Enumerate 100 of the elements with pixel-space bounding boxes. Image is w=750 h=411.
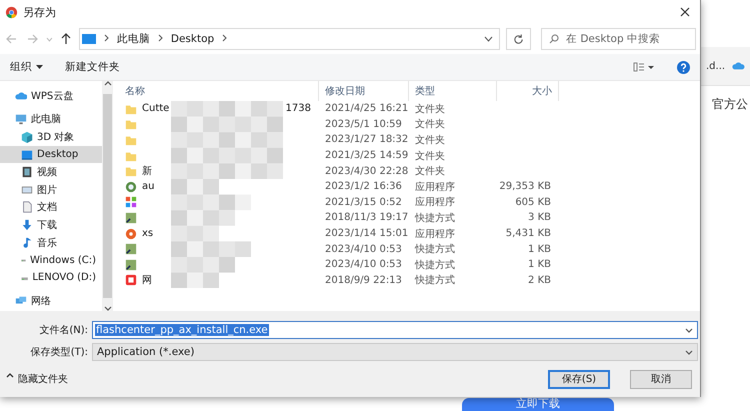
type-cell-text: 应用程序	[414, 228, 456, 241]
date-cell-text: 2021/3/25 14:59	[324, 150, 409, 162]
address-bar[interactable]: 此电脑 Desktop	[78, 28, 500, 50]
scroll-up-icon[interactable]	[104, 81, 112, 86]
shortcut-icon	[125, 258, 137, 271]
sidebar-item[interactable]: 视频	[0, 163, 102, 181]
date-cell-text: 2023/5/1 10:59	[324, 118, 403, 130]
cloud-icon	[15, 90, 27, 102]
computer-icon	[15, 113, 27, 126]
link-text[interactable]: .d...	[706, 60, 726, 72]
download-button[interactable]: 立即下载	[462, 398, 614, 411]
type-cell-text: 应用程序	[414, 180, 456, 194]
folder-icon	[125, 150, 137, 162]
view-options-icon[interactable]	[633, 62, 655, 72]
filename-label: 文件名(N):	[38, 324, 88, 337]
cancel-button[interactable]: 取消	[630, 370, 692, 388]
organize-menu[interactable]: 组织	[10, 60, 43, 74]
size-cell: 5,431 KB	[506, 228, 551, 240]
download-arrow-icon	[21, 218, 33, 231]
search-icon	[549, 34, 559, 44]
size-cell: 29,353 KB	[499, 181, 551, 192]
hide-folders-toggle[interactable]: 隐藏文件夹	[6, 372, 68, 386]
folder-icon	[125, 134, 137, 146]
caret-icon	[6, 372, 14, 378]
type-cell-text: 快捷方式	[414, 258, 456, 272]
window-title: 另存为	[23, 4, 57, 20]
type-cell-text: 文件夹	[414, 150, 446, 163]
date-cell-text: 2021/4/25 16:21	[324, 103, 409, 114]
date-cell-text: 2023/4/30 22:28	[324, 166, 409, 177]
sidebar-item[interactable]: 文档	[0, 198, 102, 216]
type-cell-text: 文件夹	[414, 134, 446, 147]
file-name: 网	[142, 274, 152, 288]
computer-icon	[82, 33, 96, 45]
size-cell: 2 KB	[528, 274, 551, 286]
music-note-icon	[21, 236, 33, 249]
column-header[interactable]: 大小	[497, 81, 559, 101]
sidebar-item[interactable]: 网络	[0, 292, 102, 310]
sidebar-item[interactable]: Windows (C:)	[0, 251, 102, 269]
scrollbar[interactable]	[102, 81, 113, 311]
film-icon	[21, 166, 33, 178]
folder-icon	[125, 118, 137, 130]
help-icon[interactable]	[677, 60, 690, 74]
type-cell-text: 应用程序	[414, 196, 456, 210]
size-cell: 1 KB	[528, 244, 551, 255]
scroll-down-icon[interactable]	[104, 306, 112, 311]
date-cell-text: 2023/1/27 18:32	[324, 134, 409, 146]
sidebar-item[interactable]: WPS云盘	[0, 87, 102, 105]
file-name: xs	[142, 228, 154, 240]
refresh-icon	[513, 34, 524, 44]
refresh-button[interactable]	[506, 28, 531, 50]
type-cell-text: 快捷方式	[414, 274, 456, 288]
cloud-icon	[731, 60, 746, 72]
type-cell-text: 文件夹	[414, 164, 446, 178]
size-cell: 605 KB	[515, 196, 551, 208]
caret-icon[interactable]	[685, 328, 693, 332]
sidebar-item[interactable]: 此电脑	[0, 110, 102, 128]
column-header[interactable]: 修改日期	[319, 81, 409, 101]
sidebar-item[interactable]: 音乐	[0, 234, 102, 252]
folder-icon	[125, 102, 137, 115]
app-icon	[125, 274, 137, 286]
date-cell-text: 2023/4/10 0:53	[324, 259, 403, 270]
size-cell: 1 KB	[528, 259, 551, 270]
caret-icon[interactable]	[685, 350, 693, 354]
date-cell-text: 2023/1/2 16:36	[324, 181, 403, 192]
shortcut-icon	[125, 212, 137, 224]
page-heading: 官方公	[712, 96, 748, 113]
file-type-dropdown[interactable]: Application (*.exe)	[92, 343, 698, 361]
browser-logo-icon	[5, 6, 18, 18]
monitor-icon	[21, 148, 33, 161]
type-cell-text: 快捷方式	[414, 212, 456, 225]
sidebar-item[interactable]: 图片	[0, 180, 102, 199]
tiles-icon	[125, 196, 137, 208]
app-icon	[125, 228, 137, 240]
file-name: 新	[142, 164, 152, 178]
search-field[interactable]: 在 Desktop 中搜索	[541, 28, 696, 50]
size-cell: 3 KB	[528, 212, 551, 224]
type-cell-text: 文件夹	[414, 118, 446, 132]
picture-icon	[21, 184, 33, 196]
date-cell-text: 2018/11/3 19:17	[324, 212, 409, 224]
breadcrumb[interactable]: Desktop	[170, 33, 214, 45]
sidebar-item[interactable]: Desktop	[0, 146, 102, 164]
folder-icon	[125, 165, 137, 178]
breadcrumb[interactable]: 此电脑	[116, 32, 150, 46]
sidebar-item[interactable]: LENOVO (D:)	[0, 268, 102, 287]
date-cell-text: 2023/4/10 0:53	[324, 244, 403, 255]
document-icon	[21, 201, 33, 214]
date-cell-text: 2023/1/14 15:01	[324, 228, 409, 240]
new-folder-button[interactable]: 新建文件夹	[65, 60, 120, 74]
date-cell-text: 2018/9/9 22:13	[324, 274, 403, 286]
filename-field[interactable]: flashcenter_pp_ax_install_cn.exe	[92, 321, 698, 339]
caret-icon[interactable]	[484, 36, 494, 42]
shortcut-icon	[125, 243, 137, 256]
column-header[interactable]: 类型	[409, 81, 497, 101]
sidebar-item[interactable]: 3D 对象	[0, 128, 102, 146]
sidebar-item[interactable]: 下载	[0, 216, 102, 234]
save-button[interactable]: 保存(S)	[548, 370, 610, 388]
file-name: au	[142, 181, 154, 192]
type-cell-text: 快捷方式	[414, 242, 456, 256]
date-cell-text: 2021/3/15 0:52	[324, 196, 403, 208]
caret-icon	[36, 65, 43, 69]
